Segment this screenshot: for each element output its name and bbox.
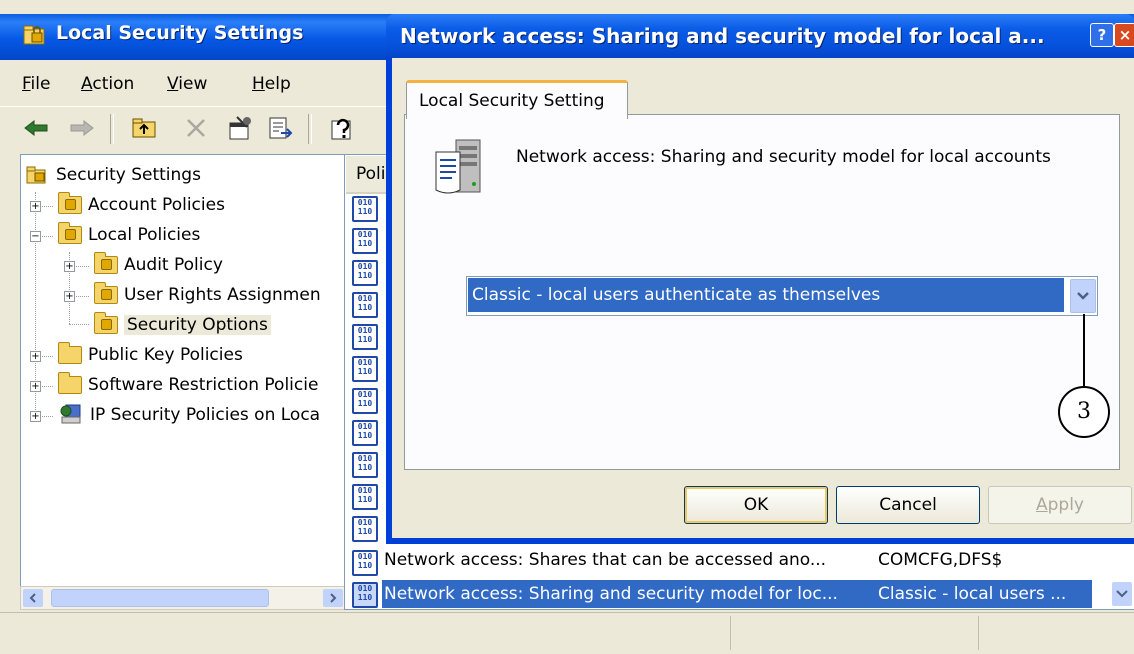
policy-icon: 010 110: [352, 420, 378, 446]
locked-folder-icon: [58, 222, 82, 244]
tree-item-label: IP Security Policies on Loca: [90, 405, 321, 425]
up-folder-icon[interactable]: [128, 112, 160, 144]
menu-help-accel: H: [252, 74, 265, 94]
policy-icon: 010 110: [352, 388, 378, 414]
close-button[interactable]: ×: [1114, 23, 1134, 47]
back-arrow-icon[interactable]: [20, 112, 52, 144]
menu-view[interactable]: View: [167, 74, 207, 94]
expand-toggle[interactable]: +: [64, 291, 75, 302]
security-settings-icon: [22, 23, 48, 47]
chevron-down-icon[interactable]: [1070, 279, 1096, 313]
window-title: Local Security Settings: [56, 22, 304, 44]
expand-toggle[interactable]: +: [30, 201, 41, 212]
locked-folder-icon: [58, 192, 82, 214]
tree-item-public-key[interactable]: Public Key Policies: [58, 340, 243, 370]
menu-help-label: elp: [264, 74, 291, 94]
menu-action[interactable]: Action: [81, 74, 134, 94]
tree-item-label: Public Key Policies: [88, 345, 243, 365]
policy-icon: 010 110: [352, 484, 378, 510]
expand-toggle[interactable]: +: [30, 351, 41, 362]
apply-label: pply: [1047, 495, 1084, 515]
tree-item-label: Software Restriction Policie: [88, 375, 319, 395]
menu-action-label: ction: [92, 74, 135, 94]
properties-icon[interactable]: [224, 112, 256, 144]
policy-icon: 010 110: [352, 228, 378, 254]
menu-file-label: ile: [30, 74, 51, 94]
policy-icon: 010 110: [352, 516, 378, 542]
security-settings-icon: [26, 165, 50, 185]
policy-description: Network access: Sharing and security mod…: [516, 147, 1051, 167]
expand-toggle[interactable]: +: [64, 261, 75, 272]
menu-file-accel: F: [22, 74, 31, 94]
policy-icon: 010 110: [352, 356, 378, 382]
policy-icon: 010 110: [352, 452, 378, 478]
tab-local-security-setting[interactable]: Local Security Setting: [406, 80, 628, 119]
export-list-icon[interactable]: [264, 112, 296, 144]
forward-arrow-icon[interactable]: [66, 112, 98, 144]
menu-action-accel: A: [81, 74, 93, 94]
tree-horizontal-scrollbar[interactable]: [20, 586, 348, 610]
apply-accel: A: [1035, 495, 1048, 515]
policy-icon: 010 110: [352, 260, 378, 286]
policy-icon: 010 110: [352, 292, 378, 318]
policy-name: Network access: Sharing and security mod…: [384, 584, 838, 604]
tree-item-audit-policy[interactable]: Audit Policy: [94, 250, 223, 280]
ok-button[interactable]: OK: [684, 486, 828, 524]
scroll-right-icon[interactable]: [323, 589, 343, 607]
scroll-thumb[interactable]: [51, 589, 269, 607]
cancel-button[interactable]: Cancel: [836, 486, 980, 524]
help-button[interactable]: ?: [1090, 23, 1114, 47]
tree-item-account-policies[interactable]: Account Policies: [58, 190, 225, 220]
expand-toggle[interactable]: +: [30, 411, 41, 422]
delete-icon[interactable]: [180, 112, 212, 144]
tree-item-label: Account Policies: [88, 195, 225, 215]
apply-button[interactable]: Apply: [988, 486, 1132, 524]
status-bar: [0, 612, 1134, 654]
menu-help[interactable]: Help: [252, 74, 291, 94]
folder-icon: [58, 372, 82, 394]
dialog-title: Network access: Sharing and security mod…: [400, 24, 1045, 48]
collapse-toggle[interactable]: −: [30, 231, 41, 242]
menu-view-label: iew: [178, 74, 208, 94]
policy-name: Network access: Shares that can be acces…: [384, 550, 827, 570]
tree-item-security-settings[interactable]: Security Settings: [26, 160, 201, 190]
ip-security-icon: [58, 403, 86, 427]
tree-item-local-policies[interactable]: Local Policies: [58, 220, 200, 250]
tree-item-security-options[interactable]: Security Options: [94, 310, 271, 340]
policy-setting: COMCFG,DFS$: [878, 550, 1003, 570]
scroll-left-icon[interactable]: [23, 589, 43, 607]
tree-item-ip-security[interactable]: IP Security Policies on Loca: [58, 400, 320, 430]
policy-server-icon: [430, 132, 488, 202]
locked-folder-icon: [94, 282, 118, 304]
table-row[interactable]: Network access: Shares that can be acces…: [384, 550, 826, 570]
folder-icon: [58, 342, 82, 364]
menu-file[interactable]: File: [22, 74, 50, 94]
tree-item-label: User Rights Assignmen: [124, 285, 321, 305]
tree-item-label: Security Settings: [56, 165, 201, 185]
policy-icon: 010 110: [352, 196, 378, 222]
menu-view-accel: V: [167, 74, 179, 94]
locked-folder-icon: [94, 312, 118, 334]
policy-icon: 010 110: [352, 550, 378, 576]
tree-item-label: Audit Policy: [124, 255, 223, 275]
column-header-label: Poli: [356, 164, 386, 184]
callout-number: 3: [1058, 386, 1110, 438]
tree-item-label: Local Policies: [88, 225, 201, 245]
callout-line: [1083, 314, 1085, 386]
tab-label: Local Security Setting: [419, 91, 605, 111]
locked-folder-icon: [94, 252, 118, 274]
policy-icon: 010 110: [352, 582, 378, 608]
tree-item-label: Security Options: [124, 315, 271, 335]
tree-item-user-rights[interactable]: User Rights Assignmen: [94, 280, 321, 310]
policy-icon: 010 110: [352, 324, 378, 350]
policy-setting: Classic - local users ...: [878, 584, 1067, 604]
expand-toggle[interactable]: +: [30, 381, 41, 392]
tree-item-software-restriction[interactable]: Software Restriction Policie: [58, 370, 318, 400]
scroll-down-icon[interactable]: [1110, 580, 1134, 608]
help-icon[interactable]: [326, 112, 358, 144]
select-value[interactable]: Classic - local users authenticate as th…: [468, 278, 1064, 312]
